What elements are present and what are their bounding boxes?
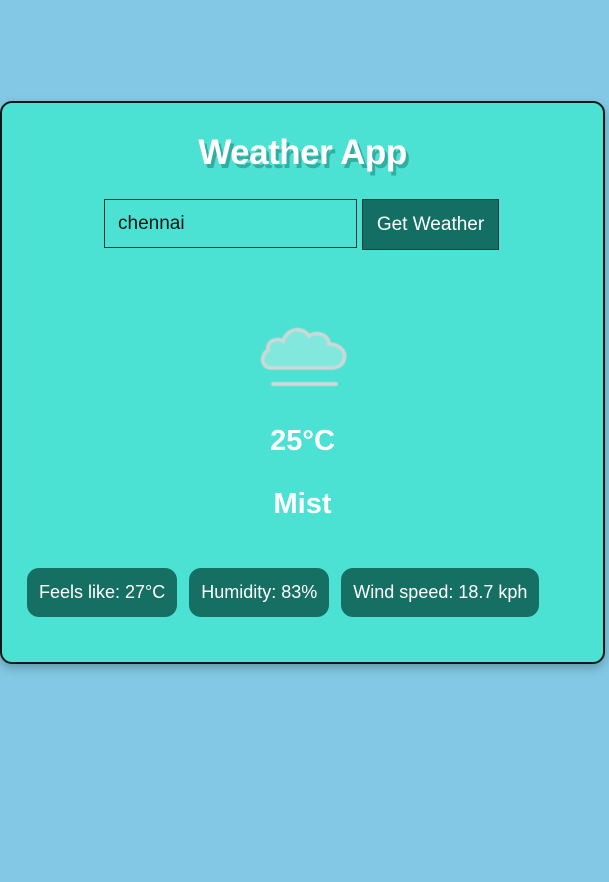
feels-like-badge: Feels like: 27°C: [27, 568, 178, 617]
weather-card: Weather App Get Weather 25°C Mist Feels …: [0, 101, 605, 664]
search-row: Get Weather: [104, 199, 499, 250]
weather-details: Feels like: 27°C Humidity: 83% Wind spee…: [27, 568, 540, 617]
humidity-badge: Humidity: 83%: [189, 568, 330, 617]
app-title: Weather App: [198, 133, 407, 172]
weather-condition: Mist: [273, 488, 332, 520]
city-input[interactable]: [104, 199, 357, 248]
temperature: 25°C: [270, 425, 335, 457]
wind-speed-badge: Wind speed: 18.7 kph: [341, 568, 540, 617]
get-weather-button[interactable]: Get Weather: [362, 199, 499, 250]
mist-icon: [261, 328, 347, 386]
